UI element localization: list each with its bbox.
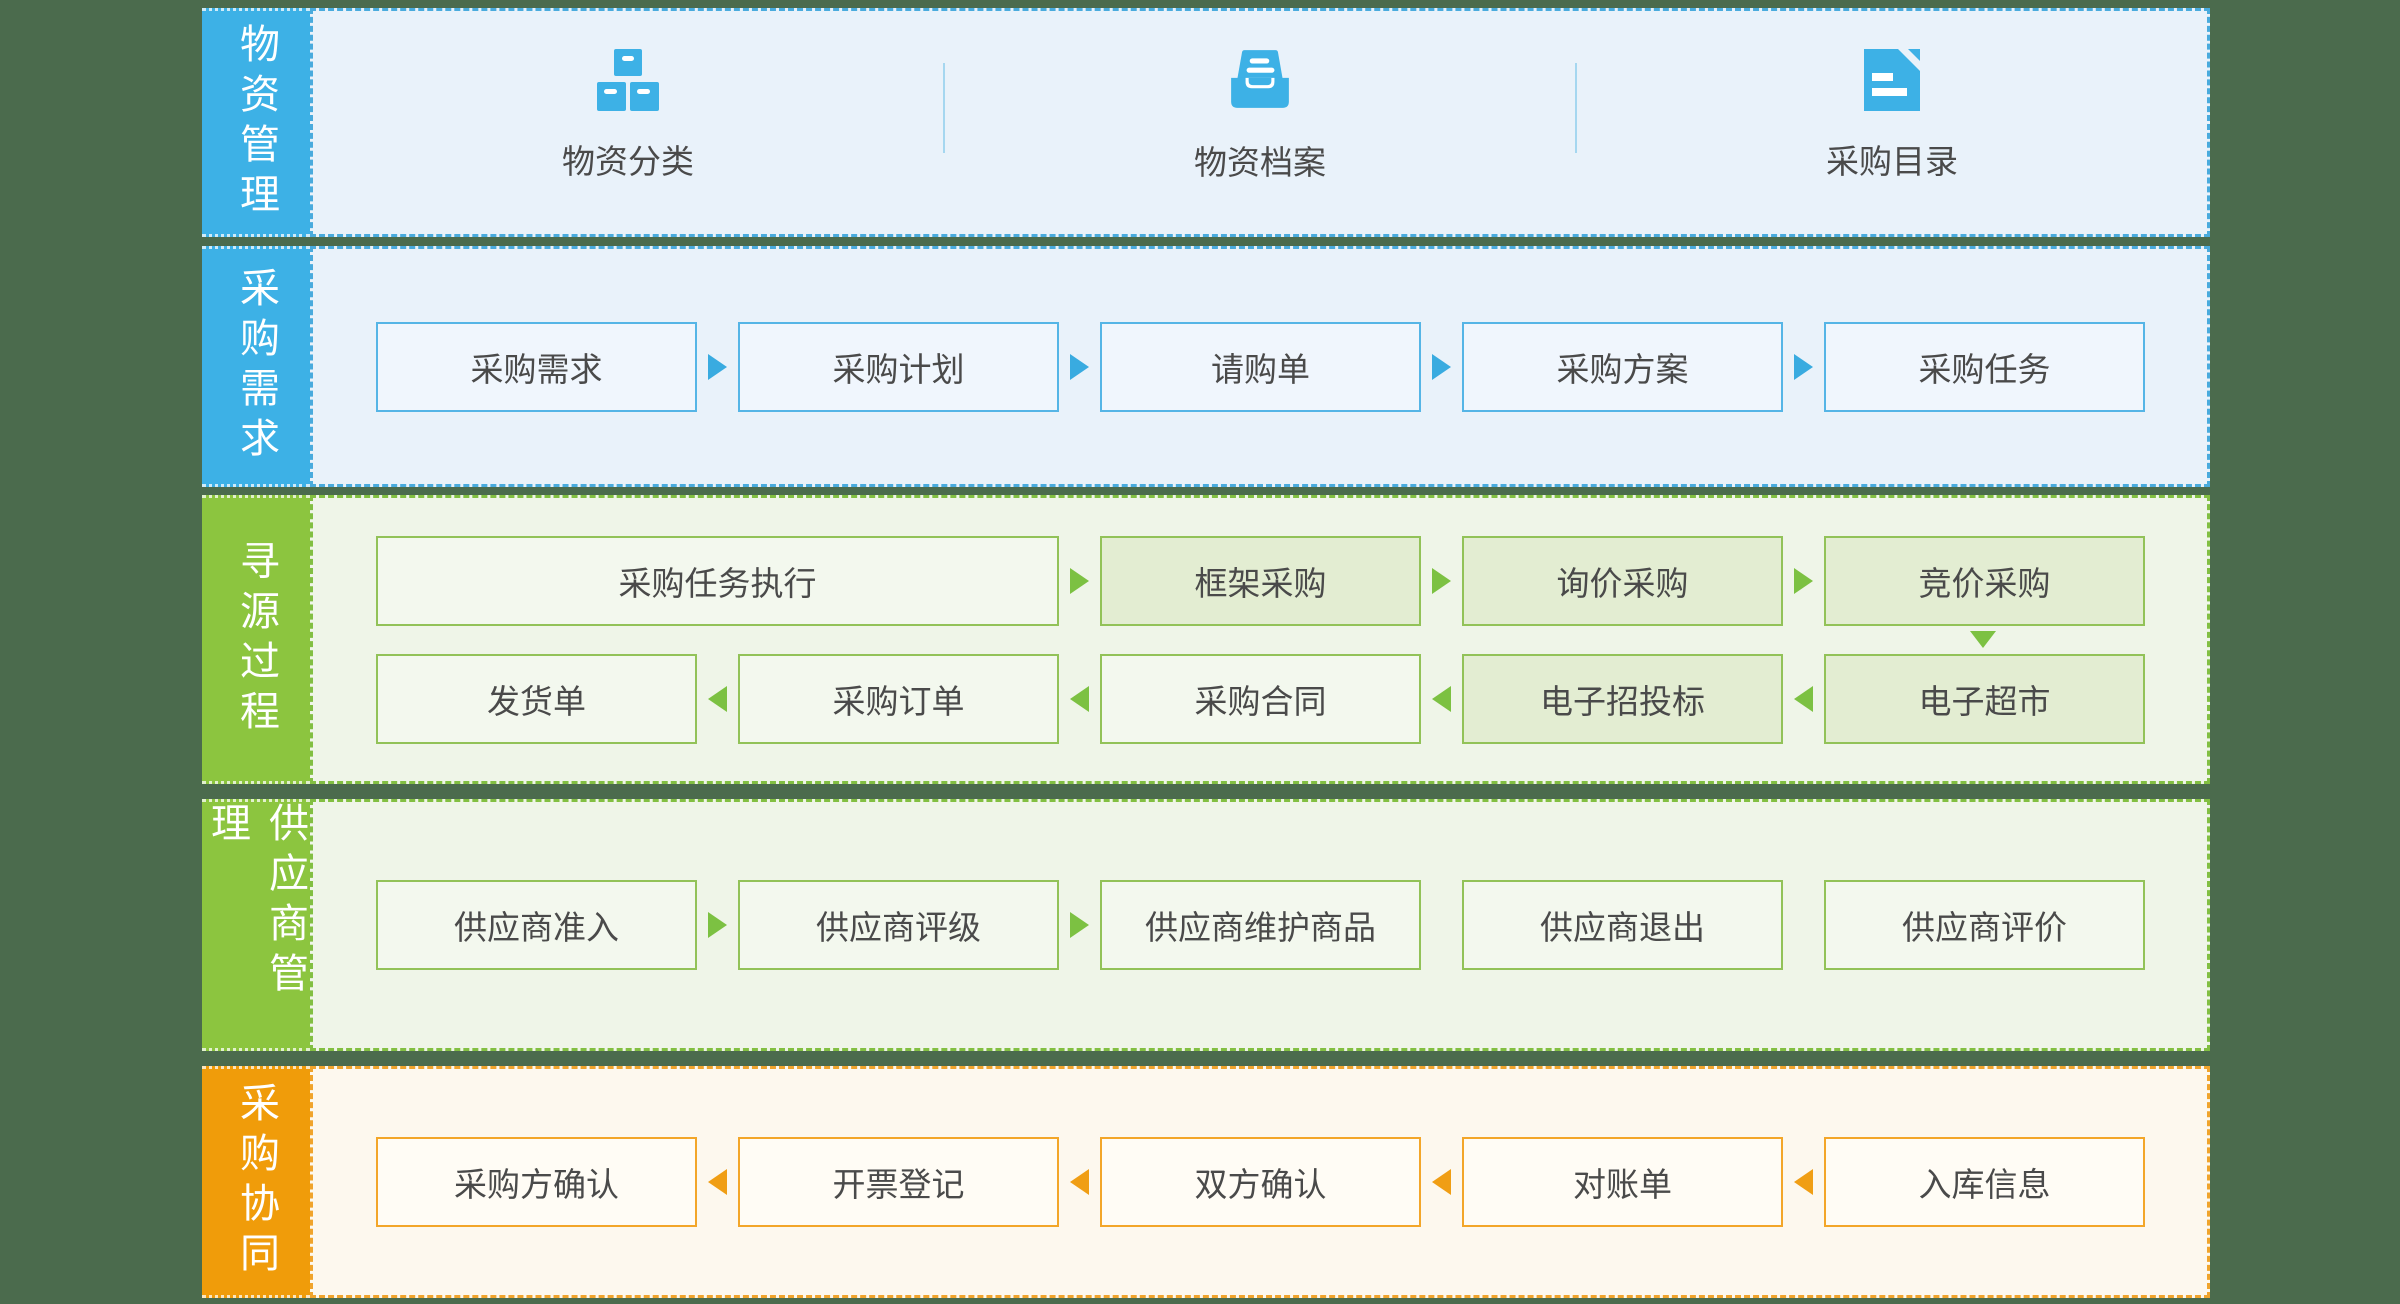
arrow-right-icon bbox=[1794, 353, 1813, 380]
flow-box[interactable]: 开票登记 bbox=[738, 1137, 1059, 1227]
arrow-right-icon bbox=[708, 353, 727, 380]
flow-box[interactable]: 供应商评价 bbox=[1824, 880, 2145, 970]
flow-box[interactable]: 发货单 bbox=[376, 653, 697, 744]
arrow-right-icon bbox=[708, 912, 727, 938]
flow-box[interactable]: 电子超市 bbox=[1824, 653, 2145, 744]
flow-box[interactable]: 请购单 bbox=[1100, 321, 1421, 412]
flow-box[interactable]: 竞价采购 bbox=[1824, 535, 2145, 626]
nav-item-material-category[interactable]: 物资分类 bbox=[313, 48, 943, 183]
arrow-right-icon bbox=[1070, 912, 1089, 938]
flow-box[interactable]: 框架采购 bbox=[1100, 535, 1421, 626]
flow-box[interactable]: 采购任务执行 bbox=[376, 535, 1059, 626]
flow-box[interactable]: 供应商评级 bbox=[738, 880, 1059, 970]
arrow-right-icon bbox=[1070, 567, 1089, 594]
arrow-left-icon bbox=[708, 685, 727, 712]
band-collaboration-sidebar: 采购协同 bbox=[202, 1066, 310, 1298]
flow-row: 采购任务执行 框架采购 询价采购 竞价采购 bbox=[376, 535, 2145, 626]
arrow-right-icon bbox=[1432, 353, 1451, 380]
band-supplier: 供应商管理 供应商准入 供应商评级 供应商维护商品 供应商退出 供应商评价 bbox=[202, 799, 2210, 1051]
nav-item-label: 物资分类 bbox=[562, 142, 694, 180]
arrow-right-icon bbox=[1794, 567, 1813, 594]
flow-box[interactable]: 询价采购 bbox=[1462, 535, 1783, 626]
arrow-down-icon bbox=[1970, 631, 1996, 648]
arrow-right-icon bbox=[1432, 567, 1451, 594]
flow-row: 采购方确认 开票登记 双方确认 对账单 入库信息 bbox=[376, 1137, 2145, 1227]
flow-box[interactable]: 采购方案 bbox=[1462, 321, 1783, 412]
flow-box[interactable]: 供应商退出 bbox=[1462, 880, 1783, 970]
band-sourcing: 寻源过程 采购任务执行 框架采购 询价采购 竞价采购 发货单 采购订单 采购合同… bbox=[202, 495, 2210, 784]
nav-item-purchase-catalog[interactable]: 采购目录 bbox=[1577, 48, 2207, 183]
arrow-left-icon bbox=[708, 1169, 727, 1195]
band-supplier-content: 供应商准入 供应商评级 供应商维护商品 供应商退出 供应商评价 bbox=[310, 799, 2210, 1051]
nav-item-label: 采购目录 bbox=[1826, 142, 1958, 180]
band-sourcing-sidebar: 寻源过程 bbox=[202, 495, 310, 784]
flow-row: 发货单 采购订单 采购合同 电子招投标 电子超市 bbox=[376, 653, 2145, 744]
nav-item-label: 物资档案 bbox=[1194, 143, 1326, 181]
flow-box[interactable]: 双方确认 bbox=[1100, 1137, 1421, 1227]
band-materials-content: 物资分类 物资档案 采购目录 bbox=[310, 8, 2210, 237]
band-materials-sidebar: 物资管理 bbox=[202, 8, 310, 237]
band-demand-sidebar: 采购需求 bbox=[202, 246, 310, 487]
procurement-module-diagram: { "page": { "canvas_bg": "#4b6b4d" }, "c… bbox=[0, 0, 2400, 1304]
band-demand-content: 采购需求 采购计划 请购单 采购方案 采购任务 bbox=[310, 246, 2210, 487]
archive-icon bbox=[1231, 49, 1289, 108]
band-collaboration-label: 采购协同 bbox=[234, 1082, 278, 1282]
arrow-left-icon bbox=[1432, 1169, 1451, 1195]
arrow-right-icon bbox=[1070, 353, 1089, 380]
flow-row: 采购需求 采购计划 请购单 采购方案 采购任务 bbox=[376, 321, 2145, 412]
band-materials-label: 物资管理 bbox=[234, 22, 278, 223]
nav-item-material-archive[interactable]: 物资档案 bbox=[945, 48, 1575, 184]
document-icon bbox=[1864, 48, 1924, 111]
icon-groups: 物资分类 物资档案 采购目录 bbox=[313, 11, 2207, 234]
flow-box[interactable]: 入库信息 bbox=[1824, 1137, 2145, 1227]
flow-box[interactable]: 采购需求 bbox=[376, 321, 697, 412]
flow-box[interactable]: 采购订单 bbox=[738, 653, 1059, 744]
band-demand: 采购需求 采购需求 采购计划 请购单 采购方案 采购任务 bbox=[202, 246, 2210, 487]
band-supplier-label: 供应商管理 bbox=[205, 802, 307, 1002]
arrow-left-icon bbox=[1432, 685, 1451, 712]
flow-box[interactable]: 电子招投标 bbox=[1462, 653, 1783, 744]
flow-box[interactable]: 供应商维护商品 bbox=[1100, 880, 1421, 970]
flow-box[interactable]: 对账单 bbox=[1462, 1137, 1783, 1227]
band-sourcing-content: 采购任务执行 框架采购 询价采购 竞价采购 发货单 采购订单 采购合同 电子招投… bbox=[310, 495, 2210, 784]
arrow-left-icon bbox=[1070, 685, 1089, 712]
flow-box[interactable]: 供应商准入 bbox=[376, 880, 697, 970]
band-collaboration-content: 采购方确认 开票登记 双方确认 对账单 入库信息 bbox=[310, 1066, 2210, 1298]
band-materials: 物资管理 物资分类 物资档案 采购目录 bbox=[202, 8, 2210, 237]
boxes-icon bbox=[597, 48, 659, 111]
flow-box[interactable]: 采购方确认 bbox=[376, 1137, 697, 1227]
band-demand-label: 采购需求 bbox=[234, 266, 278, 467]
flow-row: 供应商准入 供应商评级 供应商维护商品 供应商退出 供应商评价 bbox=[376, 880, 2145, 970]
band-collaboration: 采购协同 采购方确认 开票登记 双方确认 对账单 入库信息 bbox=[202, 1066, 2210, 1298]
band-supplier-sidebar: 供应商管理 bbox=[202, 799, 310, 1051]
flow-box[interactable]: 采购计划 bbox=[738, 321, 1059, 412]
arrow-left-icon bbox=[1070, 1169, 1089, 1195]
flow-box[interactable]: 采购合同 bbox=[1100, 653, 1421, 744]
flow-box[interactable]: 采购任务 bbox=[1824, 321, 2145, 412]
arrow-left-icon bbox=[1794, 1169, 1813, 1195]
arrow-left-icon bbox=[1794, 685, 1813, 712]
band-sourcing-label: 寻源过程 bbox=[234, 539, 278, 740]
